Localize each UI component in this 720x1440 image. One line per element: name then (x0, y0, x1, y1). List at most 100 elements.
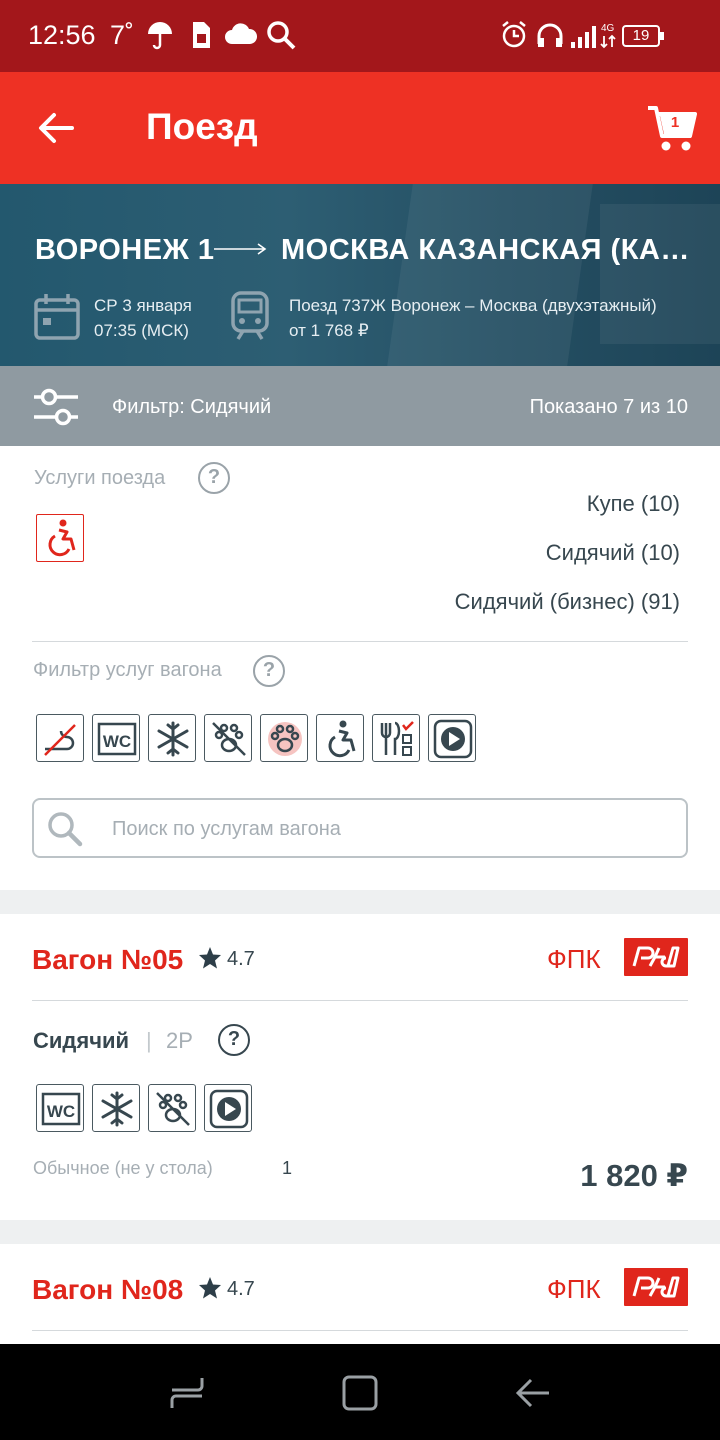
wagon-price: 1 820 ₽ (580, 1158, 688, 1193)
help-glyph: ? (227, 1028, 241, 1050)
filter-label: Фильтр: Сидячий (112, 396, 272, 418)
route-to: МОСКВА КАЗАНСКАЯ (КАЗАНСКИЙ ВОКЗАЛ) (281, 234, 706, 266)
card-divider (32, 1000, 688, 1001)
status-temperature: 7˚ (110, 20, 135, 50)
filter-pets-allowed[interactable] (260, 714, 308, 762)
no-smoking-icon (44, 724, 76, 756)
filter-no-smoking[interactable] (36, 714, 84, 762)
media-icon (433, 719, 473, 759)
status-bar: 12:56 7˚ 4G 19 (0, 0, 720, 72)
search-icon (48, 812, 83, 847)
card-divider (32, 1330, 688, 1331)
no-pets-icon (212, 722, 246, 756)
sim-card-icon (193, 22, 210, 48)
wagon-rating: 4.7 (227, 948, 255, 970)
car-type-count-seated[interactable]: Сидячий (10) (546, 540, 680, 566)
train-services-label: Услуги поезда (34, 467, 166, 489)
wagon-service-media (204, 1084, 252, 1132)
train-services-help-button[interactable]: ? (198, 462, 230, 494)
battery-level: 19 (632, 27, 650, 44)
svg-text:WC: WC (47, 1102, 75, 1121)
service-search-box[interactable] (32, 798, 688, 858)
carrier-name: ФПК (547, 1274, 601, 1304)
network-type: 4G (601, 23, 615, 34)
carrier-name: ФПК (547, 944, 601, 974)
food-icon (380, 721, 414, 756)
filter-wheelchair[interactable] (316, 714, 364, 762)
car-type-count-business[interactable]: Сидячий (бизнес) (91) (455, 589, 680, 615)
alarm-icon (502, 21, 526, 48)
wagon-card[interactable]: Вагон №08 4.7 ФПК (0, 1244, 720, 1344)
filter-no-pets[interactable] (204, 714, 252, 762)
media-icon (209, 1089, 249, 1129)
section-gap (0, 1220, 720, 1244)
filter-food[interactable] (372, 714, 420, 762)
star-icon (199, 947, 221, 969)
car-service-help-button[interactable]: ? (253, 655, 285, 687)
calendar-icon (34, 294, 80, 340)
banner-decoration (600, 204, 720, 344)
cloud-icon (225, 23, 258, 44)
star-icon (199, 1277, 221, 1299)
train-icon (231, 291, 269, 340)
car-service-filter-label: Фильтр услуг вагона (33, 659, 222, 681)
filter-bar[interactable]: Фильтр: Сидячий Показано 7 из 10 (0, 366, 720, 446)
shown-count: Показано 7 из 10 (529, 396, 688, 418)
battery-icon: 19 (622, 25, 660, 47)
filter-air-conditioning[interactable] (148, 714, 196, 762)
wagon-class: Сидячий (33, 1028, 130, 1053)
app-bar: Поезд 1 (0, 72, 720, 184)
price-from: от 1 768 ₽ (289, 321, 369, 340)
air-conditioning-icon (157, 721, 189, 757)
departure-date: СР 3 января (94, 296, 192, 315)
section-divider (32, 641, 688, 642)
seat-type: Обычное (не у стола) (33, 1158, 213, 1178)
headphones-icon (537, 23, 563, 47)
filter-sliders-icon[interactable] (32, 386, 80, 428)
cart-count-badge: 1 (670, 114, 680, 131)
recents-icon[interactable] (168, 1374, 206, 1412)
cart-button[interactable]: 1 (646, 102, 698, 154)
section-gap (0, 890, 720, 914)
system-back-icon[interactable] (514, 1374, 552, 1412)
wagon-class-code: 2Р (166, 1028, 193, 1053)
status-time: 12:56 (28, 20, 96, 50)
pets-allowed-icon (268, 722, 302, 756)
wagon-rating: 4.7 (227, 1278, 255, 1300)
seat-count: 1 (282, 1158, 293, 1178)
rzd-logo-icon (632, 1276, 680, 1298)
no-pets-icon (156, 1092, 190, 1126)
wheelchair-icon (328, 720, 356, 758)
train-name: Поезд 737Ж Воронеж – Москва (двухэтажный… (289, 296, 657, 315)
wagon-title: Вагон №05 (32, 944, 184, 975)
rzd-logo (624, 1268, 688, 1306)
wheelchair-icon (48, 519, 76, 557)
class-separator: | (146, 1028, 152, 1053)
wagon-help-button[interactable]: ? (218, 1024, 250, 1056)
route-arrow-icon (214, 243, 267, 255)
service-search-input[interactable] (112, 814, 652, 844)
search-status-icon (267, 21, 296, 50)
home-icon[interactable] (341, 1374, 379, 1412)
help-glyph: ? (207, 466, 221, 488)
wc-icon: WC (41, 1092, 81, 1126)
banner-decoration (387, 184, 593, 366)
back-arrow-icon[interactable] (36, 108, 76, 148)
wagon-title: Вагон №08 (32, 1274, 184, 1305)
wagon-service-wc: WC (36, 1084, 84, 1132)
wagon-service-no-pets (148, 1084, 196, 1132)
route-banner: ВОРОНЕЖ 1 МОСКВА КАЗАНСКАЯ (КАЗАНСКИЙ ВО… (0, 184, 720, 366)
car-type-count-kupe[interactable]: Купе (10) (587, 491, 680, 517)
rzd-logo (624, 938, 688, 976)
rzd-logo-icon (632, 946, 680, 968)
signal-icon: 4G (571, 23, 616, 49)
umbrella-icon (148, 22, 172, 50)
filter-media[interactable] (428, 714, 476, 762)
wheelchair-service-badge (36, 514, 84, 562)
wagon-card[interactable]: Вагон №05 4.7 ФПК Сидячий | 2Р ? WC Обыч… (0, 914, 720, 1220)
system-nav-bar (0, 1344, 720, 1440)
battery-tip (660, 32, 664, 40)
filter-wc[interactable]: WC (92, 714, 140, 762)
departure-time: 07:35 (МСК) (94, 321, 189, 340)
route-from: ВОРОНЕЖ 1 (35, 234, 215, 266)
